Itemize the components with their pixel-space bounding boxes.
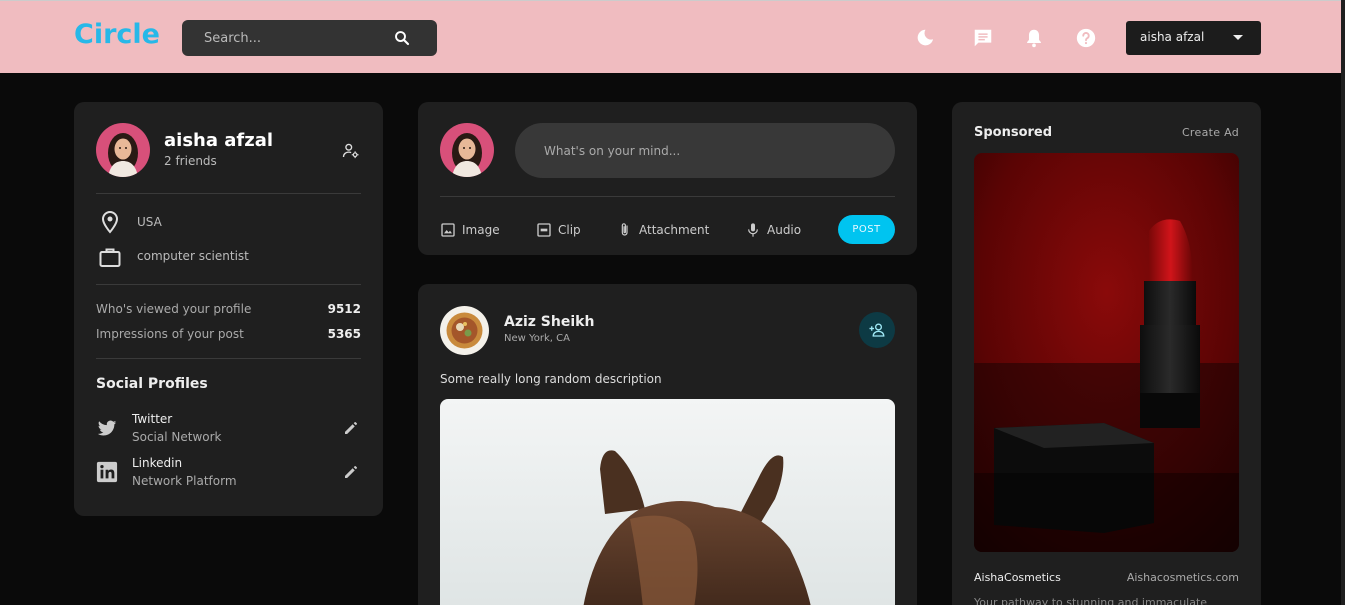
scrollbar[interactable]: [1341, 0, 1345, 605]
create-ad-link[interactable]: Create Ad: [1182, 126, 1239, 139]
post-button[interactable]: POST: [838, 215, 895, 244]
profile-name[interactable]: aisha afzal: [164, 130, 273, 151]
feed-post-card: Aziz Sheikh New York, CA Some really lon…: [418, 284, 917, 605]
impressions-value: 5365: [327, 327, 361, 341]
search-icon[interactable]: [393, 29, 411, 47]
profile-card: aisha afzal 2 friends USA computer scien…: [74, 102, 383, 516]
edit-icon[interactable]: [342, 419, 360, 437]
post-input[interactable]: [515, 123, 895, 178]
help-icon[interactable]: [1075, 27, 1097, 49]
attachment-button[interactable]: Attachment: [617, 220, 709, 240]
ad-description: Your pathway to stunning and immaculate: [974, 596, 1208, 605]
image-button[interactable]: Image: [440, 220, 500, 240]
linkedin-icon: [96, 461, 118, 483]
attachment-label: Attachment: [639, 223, 710, 237]
search-bar: [182, 20, 437, 56]
impressions-label: Impressions of your post: [96, 327, 244, 341]
sponsored-card: Sponsored Create Ad AishaCosmetics Aisha…: [952, 102, 1261, 605]
navbar: Circle aisha afzal: [0, 0, 1345, 73]
briefcase-icon: [99, 248, 121, 267]
dark-mode-icon[interactable]: [914, 27, 936, 49]
image-icon: [441, 223, 455, 237]
notifications-icon[interactable]: [1023, 27, 1045, 49]
sponsored-heading: Sponsored: [974, 125, 1053, 140]
logo[interactable]: Circle: [74, 19, 160, 50]
linkedin-name[interactable]: Linkedin: [132, 456, 182, 470]
message-icon[interactable]: [972, 27, 994, 49]
clip-label: Clip: [558, 223, 581, 237]
divider: [440, 196, 895, 197]
add-friend-button[interactable]: [859, 312, 895, 348]
post-description: Some really long random description: [440, 372, 662, 386]
divider: [96, 358, 361, 359]
add-friend-icon: [869, 323, 885, 337]
audio-label: Audio: [767, 223, 802, 237]
ad-brand[interactable]: AishaCosmetics: [974, 571, 1061, 584]
ad-image[interactable]: [974, 153, 1239, 552]
avatar[interactable]: [96, 123, 150, 177]
manage-account-icon[interactable]: [342, 142, 360, 160]
clip-button[interactable]: Clip: [536, 220, 581, 240]
ad-url[interactable]: Aishacosmetics.com: [1127, 571, 1239, 584]
author-avatar[interactable]: [440, 306, 489, 355]
image-label: Image: [462, 223, 500, 237]
chevron-down-icon: [1233, 35, 1243, 40]
microphone-icon: [748, 223, 758, 237]
create-post-card: Image Clip Attachment Audio POST: [418, 102, 917, 255]
profile-views-label: Who's viewed your profile: [96, 302, 252, 316]
user-menu-dropdown[interactable]: aisha afzal: [1126, 21, 1261, 55]
divider: [96, 193, 361, 194]
author-location: New York, CA: [504, 333, 570, 344]
profile-views-value: 9512: [327, 302, 361, 316]
paperclip-icon: [621, 223, 628, 236]
twitter-icon: [97, 420, 117, 436]
location-text: USA: [137, 215, 162, 229]
search-input[interactable]: [194, 20, 384, 56]
edit-icon[interactable]: [342, 463, 360, 481]
avatar[interactable]: [440, 123, 494, 177]
occupation-text: computer scientist: [137, 249, 249, 263]
linkedin-sub: Network Platform: [132, 474, 237, 488]
author-name[interactable]: Aziz Sheikh: [504, 314, 594, 330]
twitter-name[interactable]: Twitter: [132, 412, 172, 426]
social-profiles-heading: Social Profiles: [96, 376, 208, 392]
friends-count: 2 friends: [164, 154, 217, 168]
audio-button[interactable]: Audio: [745, 220, 801, 240]
post-image[interactable]: [440, 399, 895, 605]
divider: [96, 284, 361, 285]
location-icon: [101, 210, 119, 234]
user-menu-label: aisha afzal: [1140, 30, 1205, 44]
gif-icon: [537, 223, 551, 237]
twitter-sub: Social Network: [132, 430, 222, 444]
